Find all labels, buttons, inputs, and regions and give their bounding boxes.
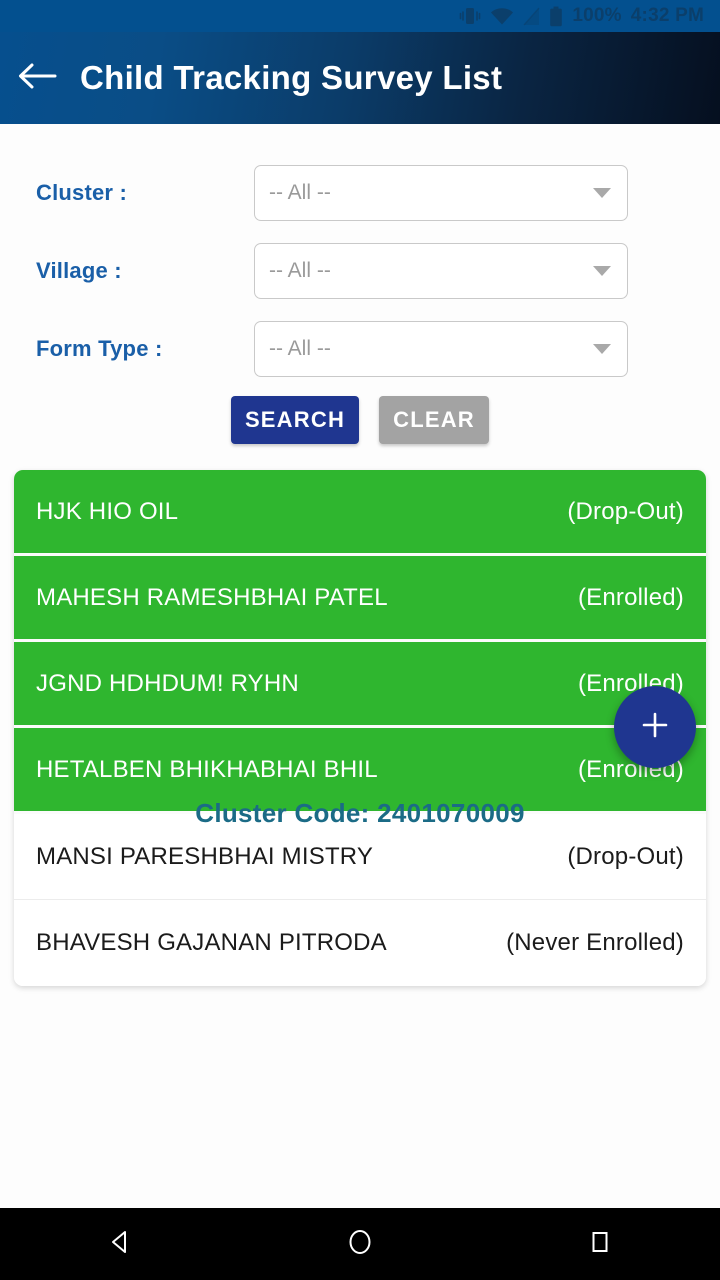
- battery-percent-label: 100%: [572, 5, 622, 26]
- page-title: Child Tracking Survey List: [80, 59, 503, 96]
- village-label: Village :: [36, 258, 122, 283]
- cluster-label: Cluster :: [36, 180, 128, 205]
- nav-back-icon: [106, 1228, 134, 1261]
- main-content: Cluster : -- All -- Village : -- All -- …: [0, 124, 720, 1208]
- list-item-name: MAHESH RAMESHBHAI PATEL: [36, 583, 388, 611]
- add-survey-fab[interactable]: [614, 686, 696, 768]
- battery-icon: [549, 6, 563, 27]
- list-item[interactable]: MAHESH RAMESHBHAI PATEL (Enrolled): [14, 556, 706, 642]
- vibrate-icon: [459, 6, 481, 26]
- search-button[interactable]: SEARCH: [231, 396, 359, 444]
- back-arrow-icon: [17, 60, 57, 97]
- chevron-down-icon: [593, 188, 611, 198]
- filter-row-village: Village : -- All --: [0, 240, 720, 302]
- nav-recents-icon: [586, 1228, 614, 1261]
- filter-row-form-type: Form Type : -- All --: [0, 318, 720, 380]
- phone-screen: 100% 4:32 PM Child Tracking Survey List …: [0, 0, 720, 1280]
- list-item-status: (Drop-Out): [567, 842, 684, 870]
- signal-icon: [523, 7, 540, 26]
- village-dropdown[interactable]: -- All --: [254, 243, 628, 299]
- survey-list: HJK HIO OIL (Drop-Out) MAHESH RAMESHBHAI P…: [14, 470, 706, 986]
- nav-home-icon: [346, 1228, 374, 1261]
- nav-home-button[interactable]: [300, 1208, 420, 1280]
- back-button[interactable]: [0, 32, 74, 124]
- cluster-code-label: Cluster Code: 2401070009: [195, 798, 525, 828]
- cluster-dropdown[interactable]: -- All --: [254, 165, 628, 221]
- filter-actions: SEARCH CLEAR: [0, 396, 720, 444]
- nav-recents-button[interactable]: [540, 1208, 660, 1280]
- status-bar: 100% 4:32 PM: [0, 0, 720, 32]
- form-type-dropdown-value: -- All --: [269, 337, 331, 360]
- filter-form: Cluster : -- All -- Village : -- All -- …: [0, 124, 720, 444]
- wifi-icon: [490, 7, 514, 26]
- list-item-status: (Enrolled): [577, 583, 684, 611]
- list-item[interactable]: BHAVESH GAJANAN PITRODA (Never Enrolled): [14, 900, 706, 986]
- list-item-status: (Never Enrolled): [506, 929, 684, 956]
- village-dropdown-value: -- All --: [269, 259, 331, 282]
- filter-row-cluster: Cluster : -- All --: [0, 162, 720, 224]
- chevron-down-icon: [593, 344, 611, 354]
- list-item-name: HJK HIO OIL: [36, 497, 179, 525]
- list-item-name: MANSI PARESHBHAI MISTRY: [36, 842, 374, 870]
- cluster-dropdown-value: -- All --: [269, 181, 331, 204]
- clock-label: 4:32 PM: [630, 5, 704, 26]
- chevron-down-icon: [593, 266, 611, 276]
- form-type-dropdown[interactable]: -- All --: [254, 321, 628, 377]
- app-bar: Child Tracking Survey List: [0, 32, 720, 124]
- list-item[interactable]: HJK HIO OIL (Drop-Out): [14, 470, 706, 556]
- list-item-status: (Drop-Out): [567, 497, 684, 525]
- plus-icon: [637, 707, 673, 748]
- form-type-label: Form Type :: [36, 336, 163, 361]
- android-nav-bar: [0, 1208, 720, 1280]
- list-item[interactable]: JGND HDHDUM! RYHN (Enrolled): [14, 642, 706, 728]
- clear-button[interactable]: CLEAR: [379, 396, 489, 444]
- nav-back-button[interactable]: [60, 1208, 180, 1280]
- list-item-name: HETALBEN BHIKHABHAI BHIL: [36, 755, 378, 783]
- list-item-name: JGND HDHDUM! RYHN: [36, 669, 299, 697]
- list-item-name: BHAVESH GAJANAN PITRODA: [36, 929, 387, 956]
